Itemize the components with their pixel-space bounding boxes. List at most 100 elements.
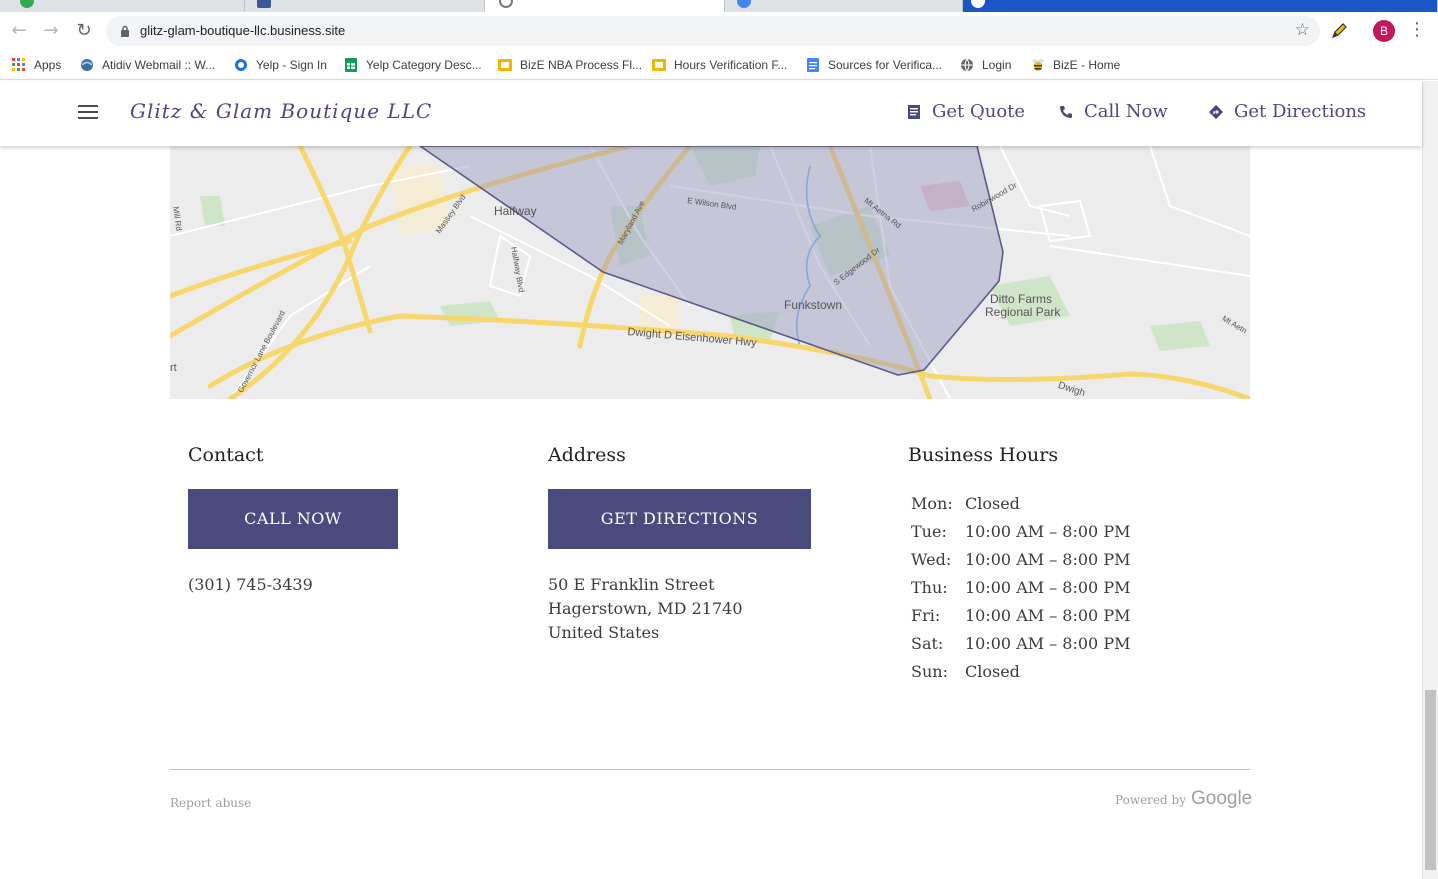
service-area-map[interactable]: Halfway Funkstown Ditto Farms Regional P… [170, 146, 1250, 399]
call-now-link[interactable]: Call Now [1058, 101, 1168, 122]
bookmark-label: Yelp Category Desc... [366, 58, 482, 72]
map-label-funkstown: Funkstown [784, 298, 843, 312]
hours-day: Sat: [911, 634, 944, 653]
bookmark-yelp-category[interactable]: Yelp Category Desc... [344, 56, 482, 74]
hours-row: Wed: 10:00 AM – 8:00 PM [911, 548, 1130, 576]
hours-time: Closed [965, 662, 1020, 681]
tab-strip [0, 0, 1438, 12]
hours-day: Thu: [911, 578, 948, 597]
hours-day: Fri: [911, 606, 941, 625]
scrollbar-thumb[interactable] [1425, 690, 1436, 870]
slides-icon [498, 59, 512, 71]
get-quote-label: Get Quote [932, 101, 1026, 122]
quote-icon [908, 104, 920, 119]
bookmarks-bar: Apps Atidiv Webmail :: W... Yelp - Sign … [0, 50, 1438, 80]
hours-day: Mon: [911, 494, 953, 513]
tab-favicon-icon [737, 0, 751, 8]
browser-tab-active[interactable] [485, 0, 725, 12]
yelp-icon [235, 59, 247, 71]
slides-icon [652, 59, 666, 71]
browser-toolbar: ← → ↻ glitz-glam-boutique-llc.business.s… [0, 12, 1438, 50]
bookmark-label: BizE NBA Process Fl... [520, 58, 643, 72]
extension-pen-icon[interactable] [1330, 22, 1348, 40]
hours-table: Mon: Closed Tue: 10:00 AM – 8:00 PM Wed: 10… [911, 492, 1130, 688]
business-logo[interactable]: Glitz & Glam Boutique LLC [130, 99, 432, 123]
hours-time: Closed [965, 494, 1020, 513]
webmail-icon [81, 59, 93, 71]
hours-row: Tue: 10:00 AM – 8:00 PM [911, 520, 1130, 548]
docs-icon [807, 58, 819, 72]
bookmark-label: Apps [34, 58, 62, 72]
hours-row: Mon: Closed [911, 492, 1130, 520]
map-label-ditto-farms: Ditto Farms [990, 292, 1053, 306]
site-header: Glitz & Glam Boutique LLC Get Quote Call… [0, 81, 1422, 146]
hours-time: 10:00 AM – 8:00 PM [965, 578, 1131, 597]
hours-time: 10:00 AM – 8:00 PM [965, 606, 1131, 625]
phone-number[interactable]: (301) 745-3439 [188, 573, 313, 597]
bookmark-bize-nba[interactable]: BizE NBA Process Fl... [498, 56, 642, 74]
tab-favicon-icon [499, 0, 513, 8]
reload-icon[interactable]: ↻ [71, 18, 97, 44]
apps-grid-icon [12, 58, 25, 71]
map-canvas [170, 146, 1250, 399]
tab-favicon-icon [257, 0, 271, 8]
address-block: 50 E Franklin Street Hagerstown, MD 2174… [548, 573, 743, 645]
powered-by-label: Powered by [1115, 793, 1186, 807]
bookmark-star-icon[interactable]: ☆ [1295, 20, 1310, 40]
contact-heading: Contact [188, 444, 264, 466]
hours-row: Sat: 10:00 AM – 8:00 PM [911, 632, 1130, 660]
hours-day: Wed: [911, 550, 952, 569]
bookmark-label: Sources for Verifica... [828, 58, 943, 72]
get-directions-link[interactable]: Get Directions [1208, 101, 1366, 122]
sheets-icon [345, 58, 357, 72]
get-quote-link[interactable]: Get Quote [906, 101, 1025, 122]
hamburger-menu-icon[interactable] [78, 105, 98, 121]
profile-avatar[interactable]: B [1373, 20, 1395, 42]
page-scrollbar[interactable] [1422, 81, 1438, 879]
lock-icon [121, 25, 129, 37]
bookmark-label: Hours Verification F... [674, 58, 788, 72]
powered-by-google[interactable]: Powered by Google [1115, 788, 1252, 810]
tab-favicon-icon [20, 0, 34, 8]
call-now-button[interactable]: CALL NOW [188, 489, 398, 549]
google-logo: Google [1190, 788, 1253, 809]
browser-tab[interactable] [963, 0, 1438, 12]
bookmark-label: Yelp - Sign In [256, 58, 327, 72]
map-label-edge: rt [170, 362, 177, 374]
call-now-label: Call Now [1084, 101, 1168, 122]
bookmark-sources[interactable]: Sources for Verifica... [806, 56, 942, 74]
address-bar[interactable]: glitz-glam-boutique-llc.business.site ☆ [106, 16, 1320, 46]
browser-tab[interactable] [0, 0, 245, 12]
bookmark-hours-verification[interactable]: Hours Verification F... [652, 56, 787, 74]
bookmark-label: Login [982, 58, 1012, 72]
menu-kebab-icon[interactable]: ⋮ [1408, 19, 1426, 41]
address-line-country: United States [548, 623, 660, 642]
hours-row: Fri: 10:00 AM – 8:00 PM [911, 604, 1130, 632]
hours-time: 10:00 AM – 8:00 PM [965, 522, 1131, 541]
browser-tab[interactable] [725, 0, 963, 12]
get-directions-label: Get Directions [1234, 101, 1367, 122]
get-directions-button[interactable]: GET DIRECTIONS [548, 489, 811, 549]
bookmark-apps[interactable]: Apps [12, 56, 61, 74]
hours-day: Sun: [911, 662, 948, 681]
bookmark-yelp-signin[interactable]: Yelp - Sign In [234, 56, 327, 74]
browser-tab[interactable] [245, 0, 485, 12]
url-text: glitz-glam-boutique-llc.business.site [140, 23, 346, 38]
bookmark-login[interactable]: Login [960, 56, 1011, 74]
bookmark-bize-home[interactable]: BizE - Home [1031, 56, 1120, 74]
address-line-street: 50 E Franklin Street [548, 575, 715, 594]
globe-icon [961, 58, 973, 72]
hours-day: Tue: [911, 522, 947, 541]
report-abuse-link[interactable]: Report abuse [170, 796, 251, 810]
map-label-regional-park: Regional Park [985, 305, 1061, 319]
hours-time: 10:00 AM – 8:00 PM [965, 634, 1131, 653]
bookmark-label: BizE - Home [1053, 58, 1121, 72]
bookmark-webmail[interactable]: Atidiv Webmail :: W... [80, 56, 215, 74]
address-heading: Address [548, 444, 626, 466]
tab-favicon-icon [971, 0, 985, 8]
forward-icon[interactable]: → [38, 18, 64, 44]
back-icon[interactable]: ← [6, 18, 32, 44]
hours-row: Sun: Closed [911, 660, 1130, 688]
phone-icon [1060, 105, 1072, 118]
business-hours-heading: Business Hours [908, 444, 1059, 466]
